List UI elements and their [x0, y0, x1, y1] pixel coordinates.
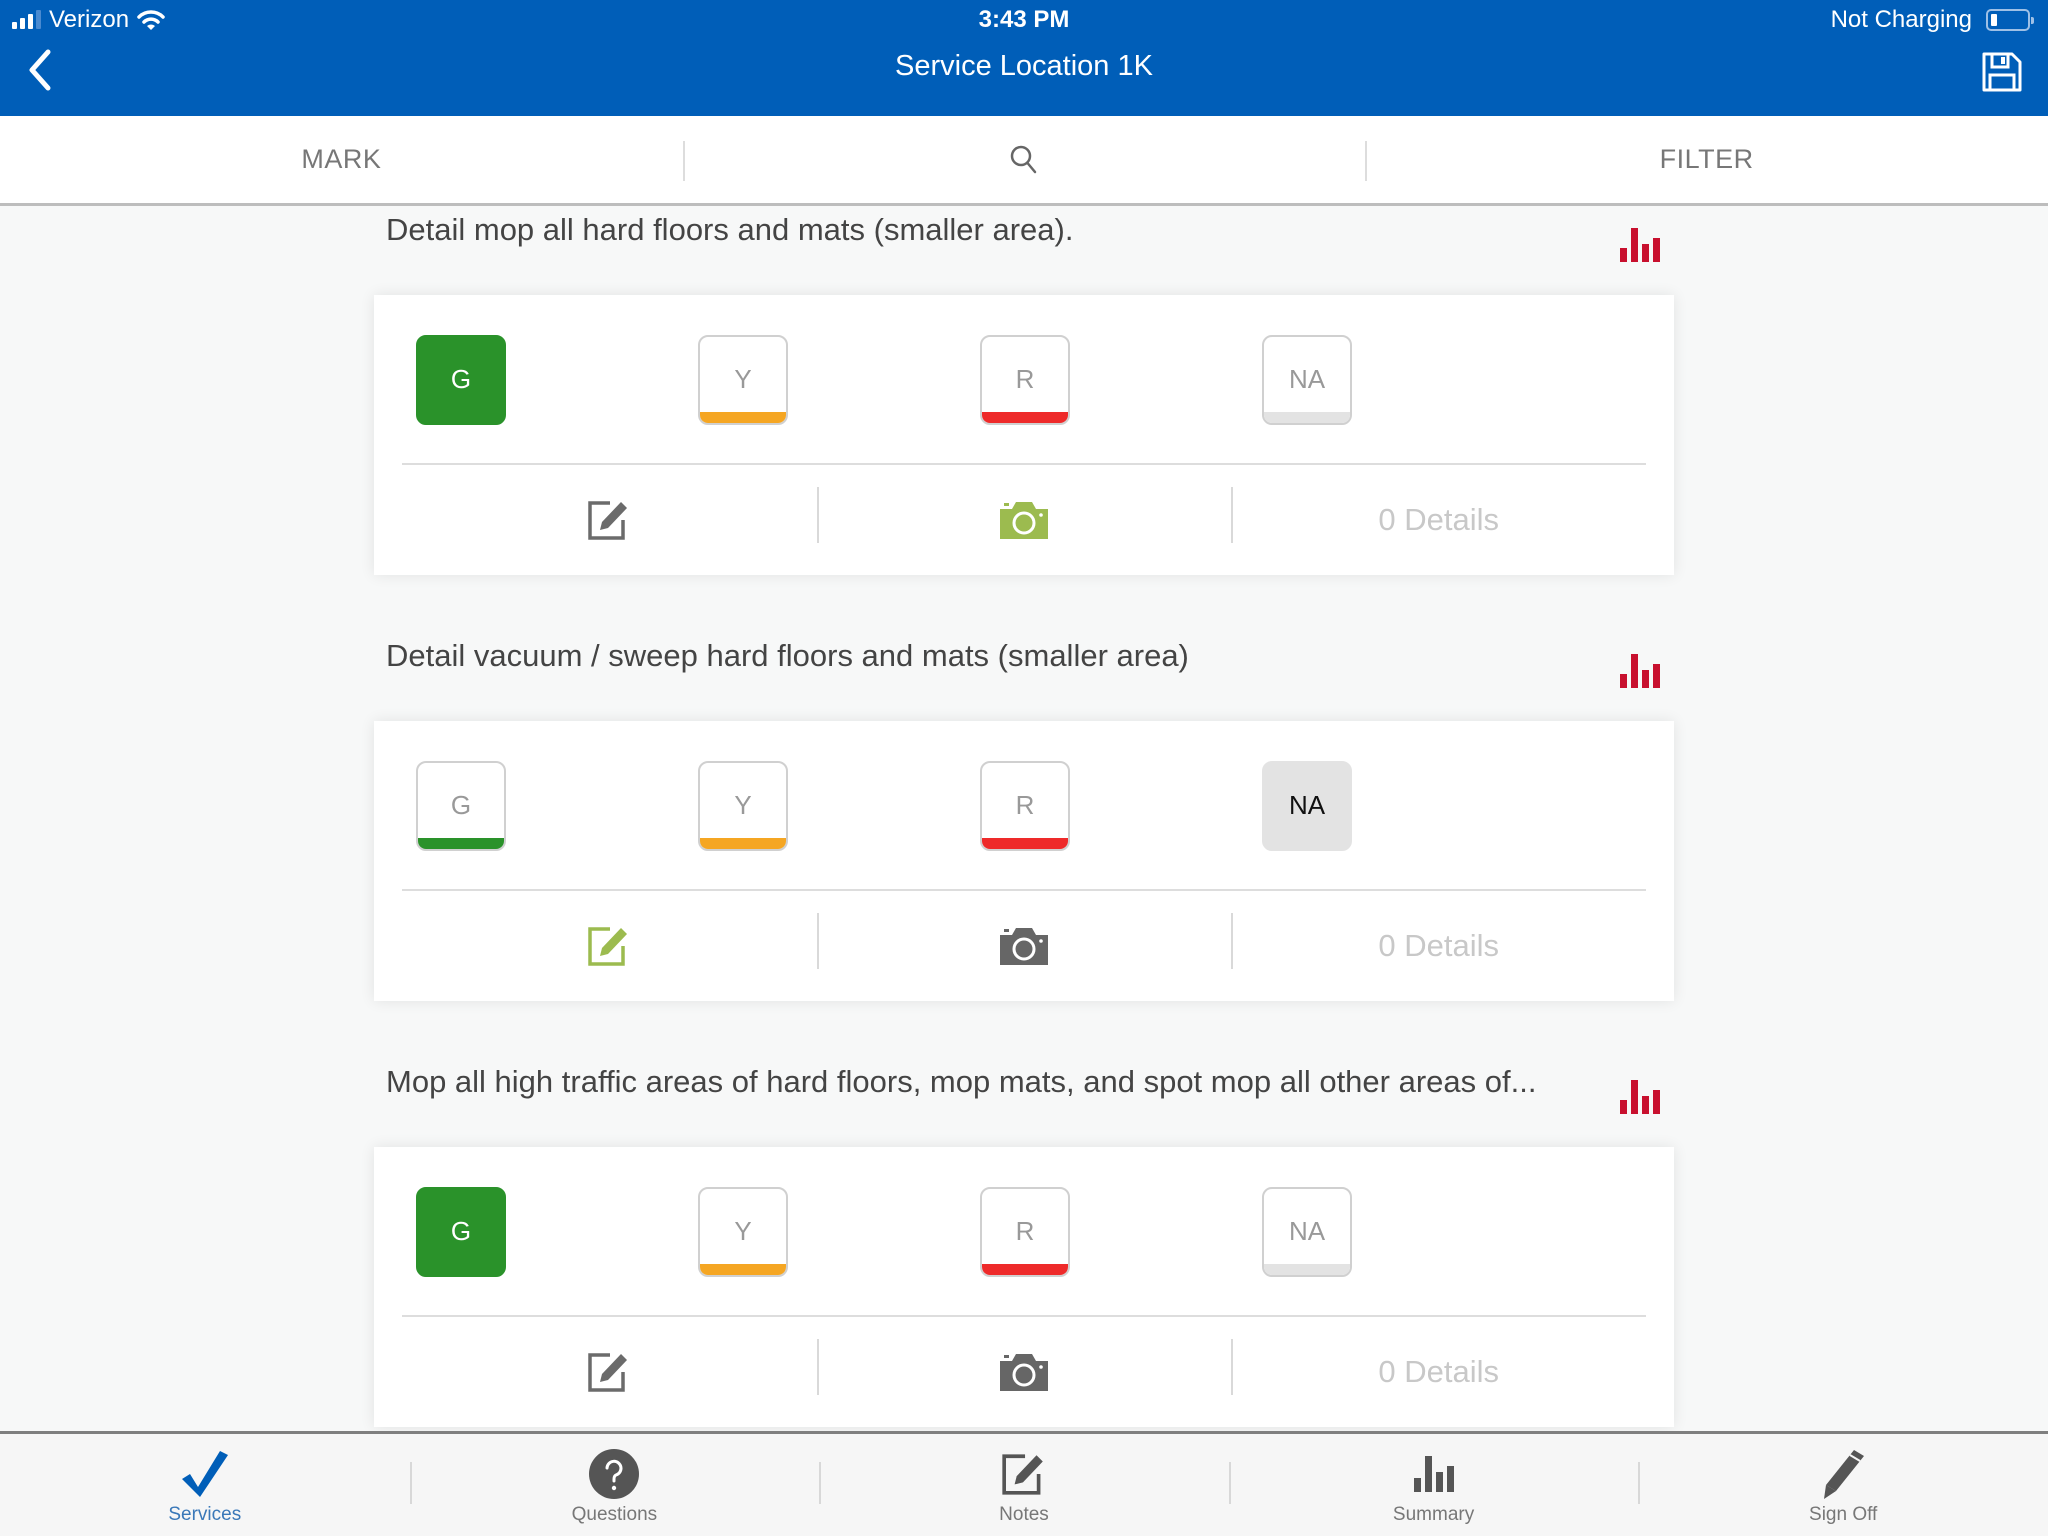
floppy-disk-icon — [1982, 52, 2022, 92]
service-card: G Y R NA 0 Details — [374, 295, 1674, 575]
bar-chart-icon — [1413, 1456, 1454, 1492]
details-link[interactable]: 0 Details — [1231, 475, 1646, 565]
rating-na-button[interactable]: NA — [1262, 335, 1352, 425]
rating-y-button[interactable]: Y — [698, 1187, 788, 1277]
card-actions: 0 Details — [402, 475, 1646, 565]
pencil-icon — [1824, 1450, 1865, 1499]
rating-r-label: R — [1015, 789, 1035, 820]
add-photo-button[interactable] — [816, 901, 1232, 991]
bar-chart-icon — [1620, 228, 1660, 262]
bar-chart-icon — [1620, 654, 1660, 688]
service-stats-button[interactable] — [1618, 1076, 1662, 1116]
tab-sign-off[interactable]: Sign Off — [1638, 1434, 2048, 1536]
service-title: Detail mop all hard floors and mats (sma… — [386, 212, 1074, 247]
tab-label: Summary — [1392, 1504, 1475, 1525]
rating-y-label: Y — [734, 1215, 752, 1246]
service-card: G Y R NA 0 Details — [374, 1147, 1674, 1427]
rating-na-label: NA — [1288, 363, 1326, 394]
card-actions: 0 Details — [402, 1327, 1646, 1417]
rating-g-button[interactable]: G — [416, 335, 506, 425]
rating-na-button[interactable]: NA — [1262, 761, 1352, 851]
add-photo-button[interactable] — [816, 1327, 1232, 1417]
service-stats-button[interactable] — [1618, 650, 1662, 690]
status-bar: Verizon 3:43 PM Not Charging — [0, 0, 2048, 40]
card-divider — [402, 889, 1646, 891]
add-note-button[interactable] — [402, 475, 817, 565]
rating-g-button[interactable]: G — [416, 1187, 506, 1277]
details-link[interactable]: 0 Details — [1231, 1327, 1646, 1417]
rating-na-label: NA — [1288, 789, 1326, 820]
service-card: G Y R NA 0 Details — [374, 721, 1674, 1001]
save-button[interactable] — [1980, 50, 2024, 94]
services-list[interactable]: Detail mop all hard floors and mats (sma… — [0, 209, 2048, 1431]
tab-notes[interactable]: Notes — [819, 1434, 1229, 1536]
question-circle-icon — [589, 1449, 640, 1499]
filter-label: FILTER — [1659, 144, 1754, 174]
camera-icon — [1000, 502, 1048, 539]
details-link[interactable]: 0 Details — [1231, 901, 1646, 991]
add-photo-button[interactable] — [816, 475, 1232, 565]
details-count: 0 Details — [1378, 928, 1499, 963]
tab-label: Questions — [571, 1504, 658, 1525]
checkmark-icon — [181, 1451, 228, 1497]
edit-note-icon — [588, 1353, 628, 1392]
app-header: Verizon 3:43 PM Not Charging Service Loc… — [0, 0, 2048, 116]
edit-note-icon — [588, 927, 628, 966]
details-count: 0 Details — [1378, 502, 1499, 537]
rating-g-label: G — [450, 1215, 472, 1246]
tab-questions[interactable]: Questions — [409, 1434, 820, 1536]
details-count: 0 Details — [1378, 1354, 1499, 1389]
rating-na-label: NA — [1288, 1215, 1326, 1246]
bottom-tab-bar: Services Questions Notes Summary Sign Of… — [0, 1431, 2048, 1536]
service-title: Detail vacuum / sweep hard floors and ma… — [386, 638, 1189, 673]
card-actions: 0 Details — [402, 901, 1646, 991]
battery-icon — [1986, 9, 2034, 31]
filter-button[interactable]: FILTER — [1365, 116, 2048, 203]
service-title: Mop all high traffic areas of hard floor… — [386, 1064, 1537, 1099]
toolbar: MARK FILTER — [0, 116, 2048, 206]
tab-label: Notes — [999, 1504, 1049, 1525]
rating-r-button[interactable]: R — [980, 335, 1070, 425]
mark-button[interactable]: MARK — [0, 116, 683, 203]
card-divider — [402, 1315, 1646, 1317]
camera-icon — [1000, 1354, 1048, 1391]
edit-note-icon — [1002, 1454, 1043, 1495]
rating-na-button[interactable]: NA — [1262, 1187, 1352, 1277]
add-note-button[interactable] — [402, 901, 817, 991]
battery-status-text: Not Charging — [1830, 6, 1972, 33]
rating-r-label: R — [1015, 1215, 1035, 1246]
tab-services[interactable]: Services — [0, 1434, 410, 1536]
rating-y-button[interactable]: Y — [698, 335, 788, 425]
rating-r-button[interactable]: R — [980, 761, 1070, 851]
rating-g-label: G — [450, 789, 472, 820]
rating-r-label: R — [1015, 363, 1035, 394]
service-stats-button[interactable] — [1618, 224, 1662, 264]
edit-note-icon — [588, 501, 628, 540]
tab-summary[interactable]: Summary — [1228, 1434, 1639, 1536]
tab-label: Services — [168, 1504, 242, 1525]
bar-chart-icon — [1620, 1080, 1660, 1114]
rating-g-label: G — [450, 363, 472, 394]
add-note-button[interactable] — [402, 1327, 817, 1417]
camera-icon — [1000, 928, 1048, 965]
mark-label: MARK — [301, 144, 382, 174]
status-right: Not Charging — [1830, 6, 2034, 34]
page-title: Service Location 1K — [895, 50, 1153, 82]
tab-label: Sign Off — [1809, 1504, 1878, 1525]
status-time: 3:43 PM — [978, 6, 1070, 33]
card-divider — [402, 463, 1646, 465]
rating-y-label: Y — [734, 789, 752, 820]
search-icon — [1010, 145, 1037, 173]
search-button[interactable] — [682, 116, 1366, 203]
rating-r-button[interactable]: R — [980, 1187, 1070, 1277]
rating-y-label: Y — [734, 363, 752, 394]
rating-y-button[interactable]: Y — [698, 761, 788, 851]
rating-g-button[interactable]: G — [416, 761, 506, 851]
